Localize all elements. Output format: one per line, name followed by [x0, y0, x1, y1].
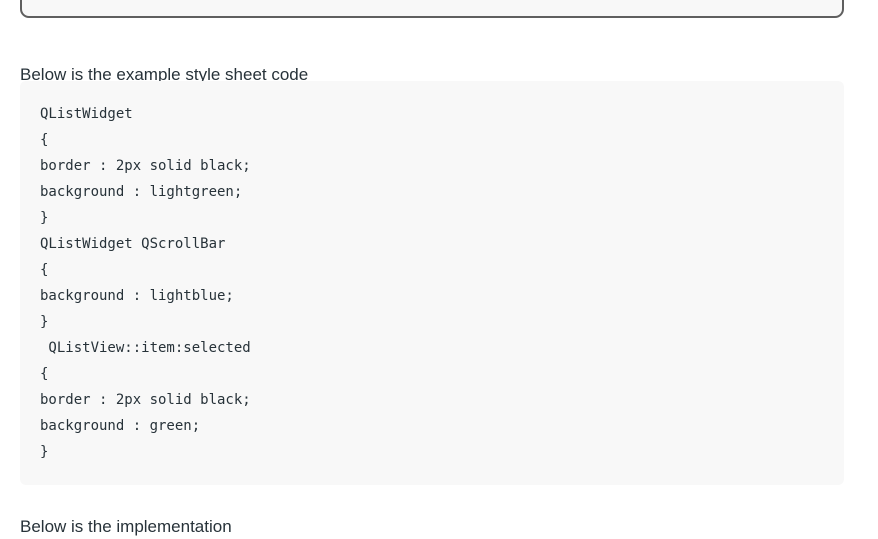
code-line: { — [40, 366, 49, 382]
outro-paragraph: Below is the implementation — [20, 517, 232, 536]
code-line: QListWidget QScrollBar — [40, 236, 226, 252]
code-line: } — [40, 314, 49, 330]
code-line: background : lightblue; — [40, 288, 234, 304]
code-line: border : 2px solid black; — [40, 158, 251, 174]
code-line: { — [40, 262, 49, 278]
previous-code-block — [20, 0, 844, 18]
code-line: background : lightgreen; — [40, 184, 243, 200]
code-line: } — [40, 444, 49, 460]
code-line: } — [40, 210, 49, 226]
code-block: QListWidget { border : 2px solid black; … — [20, 81, 844, 485]
code-line: QListWidget — [40, 106, 133, 122]
code-line: QListView::item:selected — [40, 340, 251, 356]
code-line: { — [40, 132, 49, 148]
code-line: background : green; — [40, 418, 201, 434]
code-line: border : 2px solid black; — [40, 392, 251, 408]
